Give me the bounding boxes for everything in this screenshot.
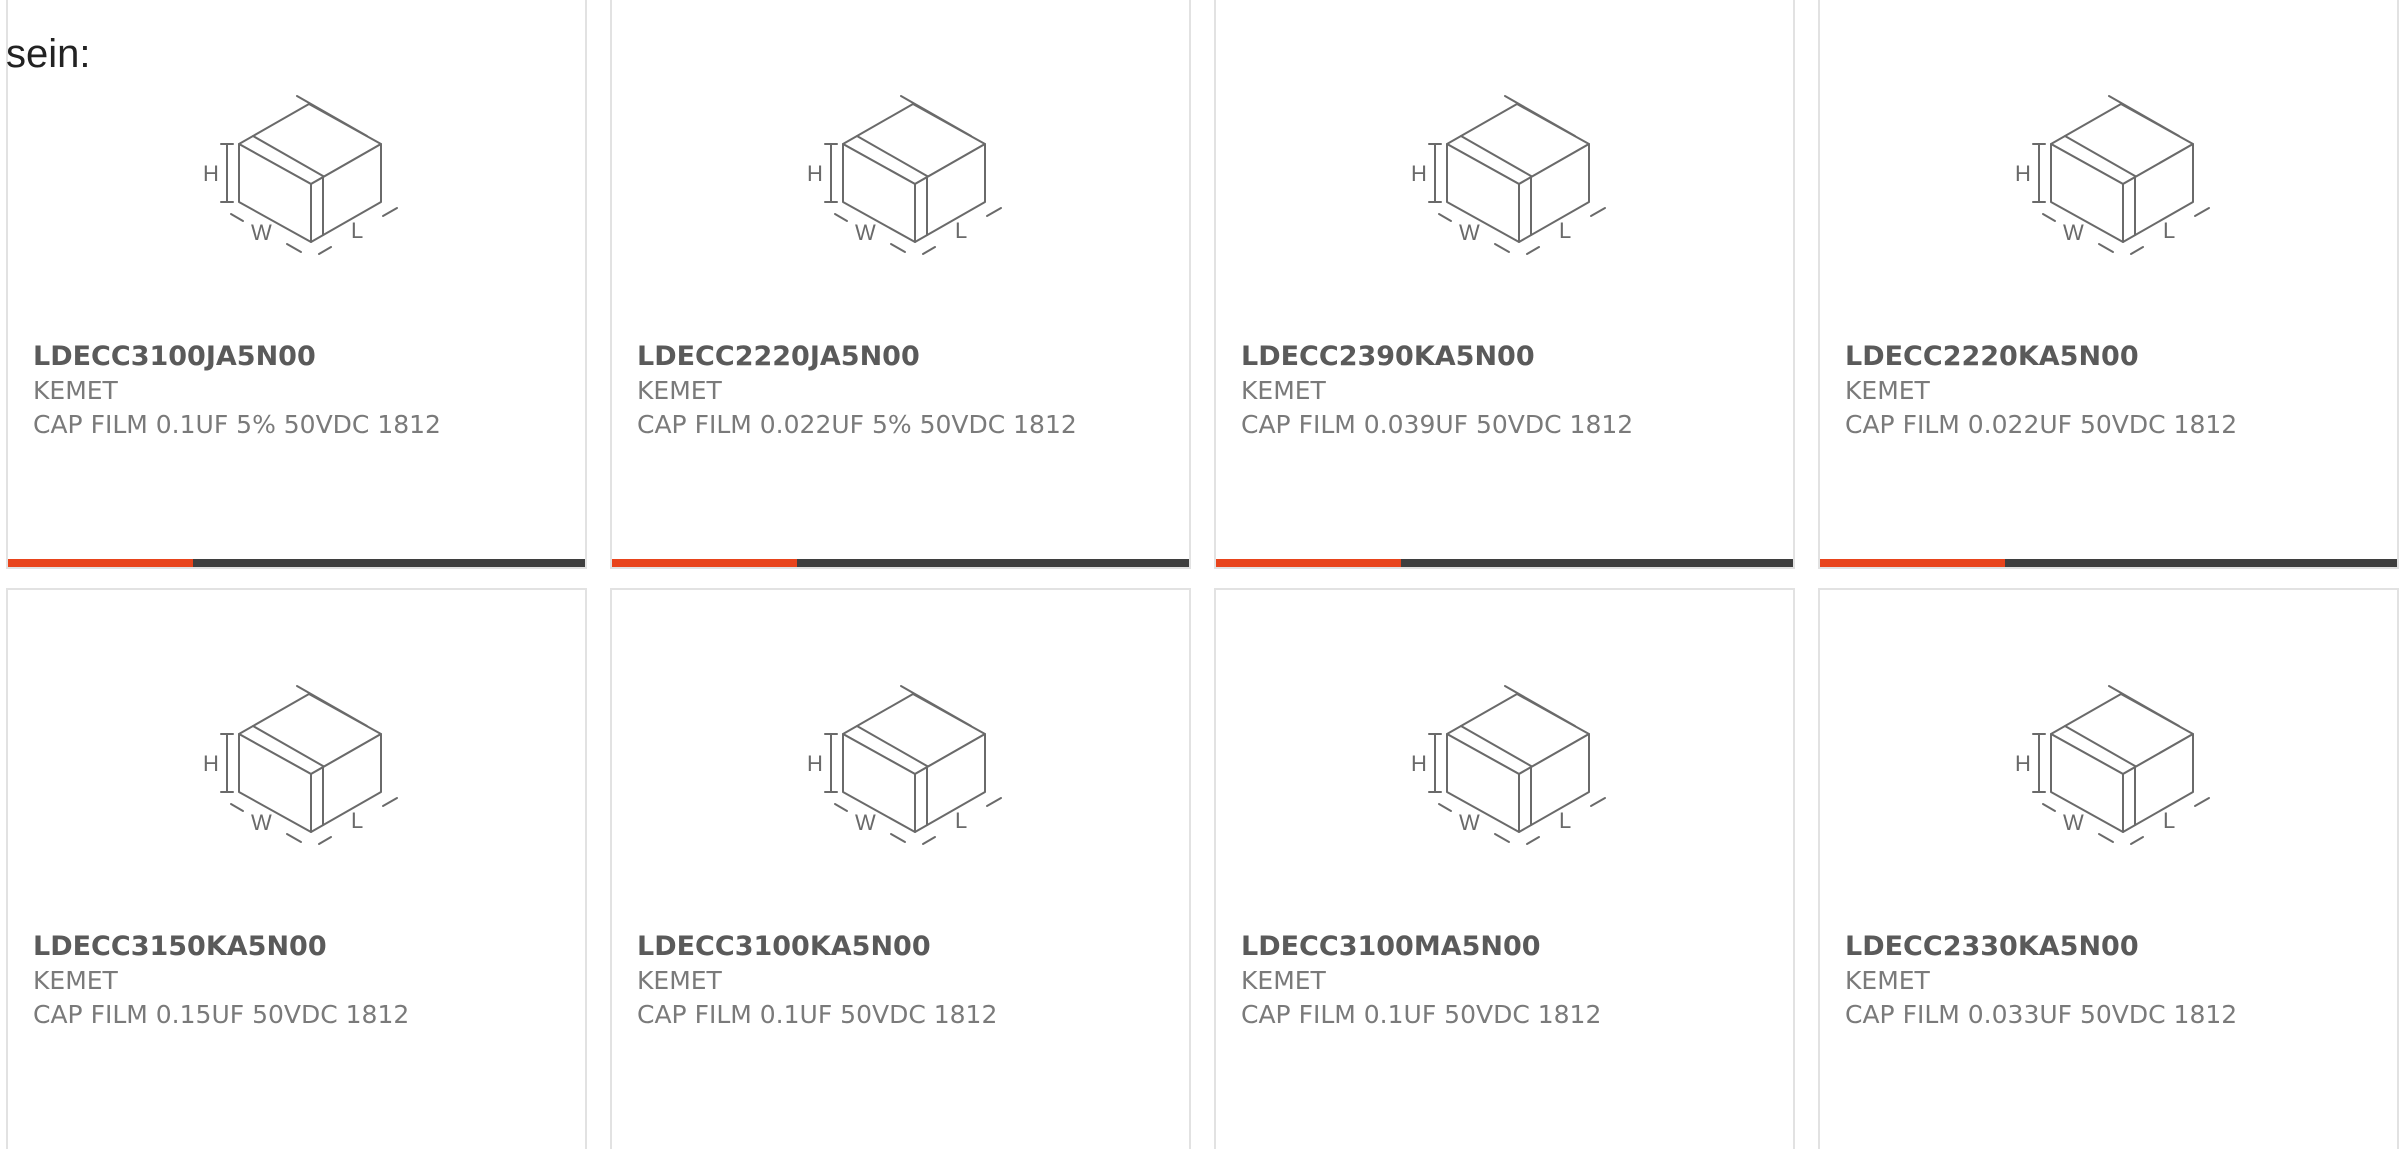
- dimension-label-l: L: [351, 808, 363, 833]
- product-info: LDECC3100JA5N00 KEMET CAP FILM 0.1UF 5% …: [33, 340, 473, 442]
- product-card[interactable]: H W L LDECC2220KA5N00 KEMET CAP FILM 0.0…: [1818, 0, 2399, 569]
- product-card[interactable]: H W L LDECC3100JA5N00 KEMET CAP FILM 0.1…: [6, 0, 587, 569]
- part-number-link[interactable]: LDECC3100MA5N00: [1241, 930, 1681, 964]
- dimension-label-h: H: [203, 161, 219, 186]
- dimension-label-l: L: [2163, 808, 2175, 833]
- dimension-label-l: L: [351, 218, 363, 243]
- dimension-label-w: W: [2063, 810, 2084, 835]
- capacitor-dimension-diagram-icon: H W L: [203, 95, 398, 255]
- progress-track: [192, 559, 585, 567]
- progress-fill: [1216, 559, 1401, 567]
- dimension-label-h: H: [807, 161, 823, 186]
- product-description: CAP FILM 0.022UF 5% 50VDC 1812: [637, 410, 1077, 439]
- manufacturer-label: KEMET: [1845, 376, 1930, 405]
- dimension-label-w: W: [1459, 810, 1480, 835]
- progress-fill: [612, 559, 797, 567]
- capacitor-dimension-diagram-icon: H W L: [2015, 685, 2210, 845]
- product-info: LDECC3100KA5N00 KEMET CAP FILM 0.1UF 50V…: [637, 930, 1077, 1032]
- manufacturer-label: KEMET: [637, 376, 722, 405]
- product-description: CAP FILM 0.1UF 5% 50VDC 1812: [33, 410, 441, 439]
- dimension-label-l: L: [2163, 218, 2175, 243]
- capacitor-dimension-diagram-icon: H W L: [807, 685, 1002, 845]
- progress-track: [2004, 559, 2397, 567]
- part-number-link[interactable]: LDECC2330KA5N00: [1845, 930, 2285, 964]
- product-progress-bar: [8, 559, 585, 567]
- manufacturer-label: KEMET: [1241, 966, 1326, 995]
- progress-track: [796, 559, 1189, 567]
- product-info: LDECC2220KA5N00 KEMET CAP FILM 0.022UF 5…: [1845, 340, 2285, 442]
- product-image[interactable]: H W L: [8, 92, 585, 264]
- progress-track: [1400, 559, 1793, 567]
- manufacturer-label: KEMET: [33, 376, 118, 405]
- progress-fill: [1820, 559, 2005, 567]
- product-progress-bar: [1820, 559, 2397, 567]
- capacitor-dimension-diagram-icon: H W L: [1411, 95, 1606, 255]
- product-description: CAP FILM 0.033UF 50VDC 1812: [1845, 1000, 2238, 1029]
- dimension-label-h: H: [1411, 161, 1427, 186]
- dimension-label-w: W: [1459, 220, 1480, 245]
- product-card[interactable]: H W L LDECC3100KA5N00 KEMET CAP FILM 0.1…: [610, 588, 1191, 1149]
- product-info: LDECC2220JA5N00 KEMET CAP FILM 0.022UF 5…: [637, 340, 1077, 442]
- product-card[interactable]: H W L LDECC2390KA5N00 KEMET CAP FILM 0.0…: [1214, 0, 1795, 569]
- dimension-label-l: L: [955, 218, 967, 243]
- product-progress-bar: [1216, 559, 1793, 567]
- capacitor-dimension-diagram-icon: H W L: [807, 95, 1002, 255]
- product-info: LDECC3150KA5N00 KEMET CAP FILM 0.15UF 50…: [33, 930, 473, 1032]
- dimension-label-h: H: [2015, 161, 2031, 186]
- manufacturer-label: KEMET: [637, 966, 722, 995]
- dimension-label-w: W: [2063, 220, 2084, 245]
- product-image[interactable]: H W L: [612, 682, 1189, 854]
- product-description: CAP FILM 0.022UF 50VDC 1812: [1845, 410, 2238, 439]
- product-description: CAP FILM 0.15UF 50VDC 1812: [33, 1000, 410, 1029]
- progress-fill: [8, 559, 193, 567]
- manufacturer-label: KEMET: [33, 966, 118, 995]
- dimension-label-w: W: [251, 810, 272, 835]
- part-number-link[interactable]: LDECC3150KA5N00: [33, 930, 473, 964]
- dimension-label-h: H: [2015, 751, 2031, 776]
- product-image[interactable]: H W L: [8, 682, 585, 854]
- part-number-link[interactable]: LDECC2220KA5N00: [1845, 340, 2285, 374]
- product-card[interactable]: H W L LDECC2220JA5N00 KEMET CAP FILM 0.0…: [610, 0, 1191, 569]
- dimension-label-h: H: [203, 751, 219, 776]
- manufacturer-label: KEMET: [1845, 966, 1930, 995]
- product-info: LDECC2390KA5N00 KEMET CAP FILM 0.039UF 5…: [1241, 340, 1681, 442]
- product-info: LDECC2330KA5N00 KEMET CAP FILM 0.033UF 5…: [1845, 930, 2285, 1032]
- product-description: CAP FILM 0.1UF 50VDC 1812: [1241, 1000, 1602, 1029]
- product-card[interactable]: H W L LDECC2330KA5N00 KEMET CAP FILM 0.0…: [1818, 588, 2399, 1149]
- product-description: CAP FILM 0.039UF 50VDC 1812: [1241, 410, 1634, 439]
- product-image[interactable]: H W L: [1820, 92, 2397, 264]
- dimension-label-h: H: [807, 751, 823, 776]
- capacitor-dimension-diagram-icon: H W L: [203, 685, 398, 845]
- part-number-link[interactable]: LDECC3100JA5N00: [33, 340, 473, 374]
- dimension-label-l: L: [1559, 218, 1571, 243]
- product-description: CAP FILM 0.1UF 50VDC 1812: [637, 1000, 998, 1029]
- part-number-link[interactable]: LDECC2390KA5N00: [1241, 340, 1681, 374]
- part-number-link[interactable]: LDECC2220JA5N00: [637, 340, 1077, 374]
- product-image[interactable]: H W L: [612, 92, 1189, 264]
- capacitor-dimension-diagram-icon: H W L: [1411, 685, 1606, 845]
- manufacturer-label: KEMET: [1241, 376, 1326, 405]
- dimension-label-w: W: [855, 220, 876, 245]
- dimension-label-l: L: [955, 808, 967, 833]
- product-image[interactable]: H W L: [1216, 92, 1793, 264]
- product-info: LDECC3100MA5N00 KEMET CAP FILM 0.1UF 50V…: [1241, 930, 1681, 1032]
- intro-text: sein:: [6, 32, 91, 76]
- dimension-label-w: W: [251, 220, 272, 245]
- part-number-link[interactable]: LDECC3100KA5N00: [637, 930, 1077, 964]
- product-card[interactable]: H W L LDECC3100MA5N00 KEMET CAP FILM 0.1…: [1214, 588, 1795, 1149]
- product-image[interactable]: H W L: [1216, 682, 1793, 854]
- capacitor-dimension-diagram-icon: H W L: [2015, 95, 2210, 255]
- dimension-label-w: W: [855, 810, 876, 835]
- product-image[interactable]: H W L: [1820, 682, 2397, 854]
- dimension-label-h: H: [1411, 751, 1427, 776]
- dimension-label-l: L: [1559, 808, 1571, 833]
- product-card[interactable]: H W L LDECC3150KA5N00 KEMET CAP FILM 0.1…: [6, 588, 587, 1149]
- product-progress-bar: [612, 559, 1189, 567]
